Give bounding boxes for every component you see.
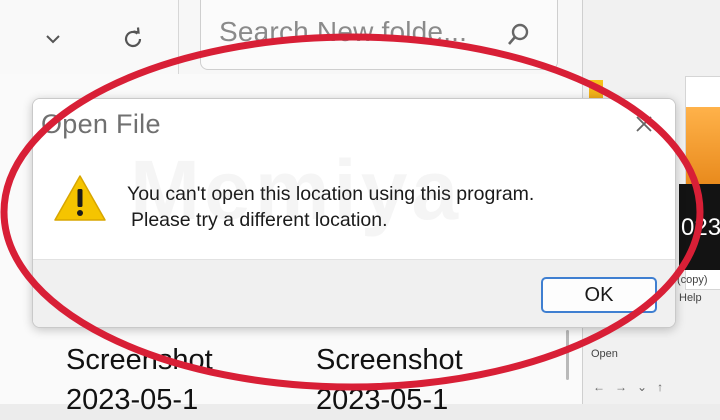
back-arrow-icon[interactable]: ← — [593, 380, 605, 394]
dialog-body: You can't open this location using this … — [33, 151, 675, 259]
search-input[interactable]: Search New folde... — [219, 16, 467, 48]
close-icon — [636, 116, 652, 132]
close-button[interactable] — [631, 111, 657, 137]
copy-label: (copy) — [677, 274, 708, 286]
file-item[interactable]: Screenshot 2023-05-1 — [316, 340, 463, 420]
side-nav-bar: ← → ⌄ ↑ — [593, 380, 663, 394]
chevron-down-button[interactable] — [38, 24, 68, 54]
navigation-bar — [0, 0, 179, 75]
file-item[interactable]: Screenshot 2023-05-1 — [66, 340, 213, 420]
ok-button[interactable]: OK — [541, 277, 657, 313]
forward-arrow-icon[interactable]: → — [615, 380, 627, 394]
open-label[interactable]: Open — [591, 348, 618, 360]
scrollbar[interactable] — [566, 330, 569, 380]
thumbnail-text: 023 — [681, 214, 720, 241]
dialog-message: You can't open this location using this … — [127, 181, 534, 233]
refresh-icon — [124, 27, 142, 48]
dialog-footer: OK — [33, 259, 675, 327]
file-name-line1: Screenshot — [66, 344, 213, 376]
refresh-button[interactable] — [116, 22, 150, 56]
file-name-line1: Screenshot — [316, 344, 463, 376]
message-line-2: Please try a different location. — [131, 209, 388, 231]
dialog-title: Open File — [41, 109, 161, 139]
message-line-1: You can't open this location using this … — [127, 183, 535, 205]
warning-icon — [53, 173, 107, 223]
open-file-dialog: Open File You can't open this location u… — [32, 98, 676, 328]
search-box[interactable]: Search New folde... — [200, 0, 558, 70]
search-icon — [503, 20, 533, 50]
file-name-line2: 2023-05-1 — [66, 384, 199, 416]
chevron-down-icon[interactable]: ⌄ — [637, 380, 647, 394]
up-arrow-icon[interactable]: ↑ — [657, 380, 663, 394]
dialog-titlebar: Open File — [33, 99, 675, 151]
file-name-line2: 2023-05-1 — [316, 384, 449, 416]
thumbnail-dark: 023 — [679, 184, 720, 270]
help-label[interactable]: Help — [679, 292, 702, 304]
chevron-down-icon — [46, 35, 60, 44]
